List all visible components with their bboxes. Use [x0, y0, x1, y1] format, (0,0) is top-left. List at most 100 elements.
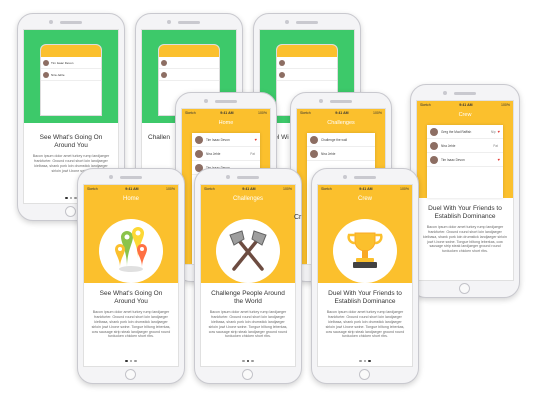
- list-item[interactable]: Nira Jehle Pat: [427, 139, 503, 153]
- crossed-axes-icon: [229, 230, 267, 271]
- battery-label: 100%: [166, 187, 175, 191]
- crew-list: Greg the Mad Raffish Nip ♥ Nira Jehle Pat T…: [427, 125, 503, 198]
- avatar: [430, 155, 438, 164]
- avatar: [161, 59, 167, 66]
- hero-banner: Sketch 9:41 AM 100% Challenges: [201, 185, 295, 283]
- trophy-icon: [347, 232, 383, 268]
- illustration-circle: [99, 219, 163, 283]
- camera-dot: [167, 20, 171, 24]
- page-dots[interactable]: [201, 359, 295, 362]
- avatar: [195, 135, 203, 144]
- row-name: Tim Isaac Devon: [206, 137, 230, 142]
- onboarding-heading: Duel With Your Friends to Establish Domi…: [428, 204, 502, 220]
- speaker-slot: [215, 100, 237, 103]
- screen-title: Home: [122, 196, 139, 202]
- hero-banner: Sketch 9:41 AM 100% Crew: [318, 185, 412, 283]
- row-name: Challenge the wall: [321, 137, 348, 142]
- onboarding-heading: Duel With Your Friends to Establish Domi…: [328, 289, 402, 306]
- onboarding-heading: Challenge People Around the World: [211, 289, 285, 306]
- camera-dot: [443, 91, 447, 95]
- home-button[interactable]: [459, 283, 470, 294]
- row-name: Nira Jehle: [51, 72, 65, 77]
- onboarding-heading: See What's Going On Around You: [99, 289, 163, 306]
- status-bar: Sketch 9:41 AM 100%: [318, 185, 412, 193]
- camera-dot: [204, 99, 208, 103]
- battery-label: 100%: [258, 111, 267, 115]
- row-extra: Nip: [490, 129, 496, 134]
- list-item[interactable]: Tim Isaac Devon ♥: [192, 133, 260, 147]
- speaker-slot: [237, 176, 259, 179]
- avatar: [161, 71, 167, 78]
- clock: 9:41 AM: [335, 111, 349, 115]
- avatar: [430, 141, 438, 150]
- status-bar: Sketch 9:41 AM 100%: [417, 101, 513, 109]
- screen-title: Home: [218, 120, 234, 126]
- app-phone-crew: Sketch 9:41 AM 100% Crew Greg the Mad Ra…: [410, 84, 520, 298]
- list-item[interactable]: Greg the Mad Raffish Nip ♥: [427, 125, 503, 139]
- speaker-slot: [120, 176, 142, 179]
- page-dots[interactable]: [84, 359, 178, 362]
- status-bar: Sketch 9:41 AM 100%: [182, 109, 270, 117]
- map-pins-icon: [115, 227, 147, 272]
- onboarding-screen: Sketch 9:41 AM 100% Crew Duel With Your …: [317, 184, 413, 367]
- carrier-label: Sketch: [300, 111, 311, 115]
- home-button[interactable]: [125, 369, 136, 380]
- home-button[interactable]: [65, 206, 76, 217]
- camera-dot: [285, 20, 289, 24]
- battery-label: 100%: [373, 111, 382, 115]
- speaker-slot: [454, 92, 476, 95]
- front-phone-crew: Sketch 9:41 AM 100% Crew Duel With Your …: [311, 168, 419, 384]
- row-name: Nira Jehle: [321, 151, 336, 156]
- list-item[interactable]: Nira Jehle: [307, 147, 375, 161]
- screen-title: Challenges: [232, 196, 264, 202]
- avatar: [430, 127, 438, 136]
- home-button[interactable]: [242, 369, 253, 380]
- heart-icon[interactable]: ♥: [498, 129, 500, 134]
- onboarding-body: Bacon ipsum dolor amet turkey rump landj…: [423, 225, 507, 254]
- clock: 9:41 AM: [220, 111, 234, 115]
- carrier-label: Sketch: [420, 103, 431, 107]
- row-extra: Pat: [250, 151, 255, 156]
- camera-dot: [226, 175, 230, 179]
- status-bar: Sketch 9:41 AM 100%: [84, 185, 178, 193]
- status-bar: Sketch 9:41 AM 100%: [201, 185, 295, 193]
- home-button[interactable]: [359, 369, 370, 380]
- onboarding-screen: Sketch 9:41 AM 100% Home See What's Goin…: [83, 184, 179, 367]
- speaker-slot: [178, 21, 200, 24]
- list-item[interactable]: Nira Jehle Pat: [192, 147, 260, 161]
- row-name: Greg the Mad Raffish: [441, 129, 472, 134]
- speaker-slot: [330, 100, 352, 103]
- illustration-circle: [333, 219, 397, 283]
- carrier-label: Sketch: [321, 187, 332, 191]
- speaker-slot: [296, 21, 318, 24]
- camera-dot: [319, 99, 323, 103]
- front-phone-challenges: Sketch 9:41 AM 100% Challenges Challenge…: [194, 168, 302, 384]
- clock: 9:41 AM: [459, 103, 473, 107]
- avatar: [43, 59, 49, 66]
- screen-title: Crew: [357, 196, 372, 202]
- camera-dot: [343, 175, 347, 179]
- screen-title: Crew: [458, 112, 472, 118]
- battery-label: 100%: [501, 103, 510, 107]
- speaker-slot: [60, 21, 82, 24]
- nested-app-preview: Tim Isaac Devon Nira Jehle: [40, 44, 102, 116]
- onboarding-body: Bacon ipsum dolor amet turkey rump landj…: [325, 310, 405, 339]
- heart-icon[interactable]: ♥: [498, 157, 500, 162]
- avatar: [195, 149, 203, 158]
- clock: 9:41 AM: [359, 187, 373, 191]
- onboarding-body: Bacon ipsum dolor amet turkey rump landj…: [91, 310, 171, 339]
- hero-banner: Sketch 9:41 AM 100% Home: [84, 185, 178, 283]
- app-screen: Sketch 9:41 AM 100% Crew Greg the Mad Ra…: [416, 100, 514, 281]
- page-dots[interactable]: [318, 359, 412, 362]
- avatar: [310, 149, 318, 158]
- carrier-label: Sketch: [204, 187, 215, 191]
- row-name: Nira Jehle: [206, 151, 221, 156]
- list-item[interactable]: Tim Isaac Devon ♥: [427, 153, 503, 167]
- heart-icon[interactable]: ♥: [255, 137, 257, 142]
- peek-title: Cr: [294, 214, 302, 221]
- list-item[interactable]: Challenge the wall: [307, 133, 375, 147]
- avatar: [279, 59, 285, 66]
- onboarding-body: Bacon ipsum dolor amet turkey rump landj…: [208, 310, 288, 339]
- row-extra: Pat: [493, 143, 498, 148]
- carrier-label: Sketch: [87, 187, 98, 191]
